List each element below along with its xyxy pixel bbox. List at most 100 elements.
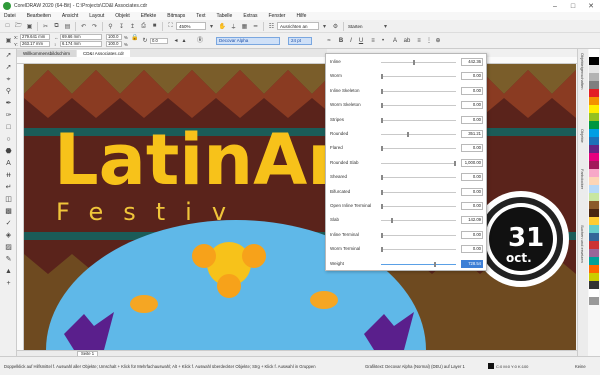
mirror-vertical-icon[interactable]: ▴: [180, 37, 188, 45]
snap-dropdown-icon[interactable]: ▾: [320, 22, 329, 31]
variable-font-icon[interactable]: ≈: [325, 37, 333, 45]
hand-tool-icon[interactable]: ✋: [218, 22, 227, 31]
color-swatch[interactable]: [589, 177, 599, 185]
axis-slider[interactable]: [381, 189, 456, 195]
y-position-field[interactable]: 263.17 mm: [20, 41, 50, 47]
menu-view[interactable]: Ansicht: [62, 13, 78, 19]
lock-ratio-icon[interactable]: 🔒: [131, 34, 139, 42]
axis-slider[interactable]: [381, 74, 456, 80]
color-swatch[interactable]: [589, 113, 599, 121]
width-field[interactable]: 69.66 mm: [60, 34, 102, 40]
color-swatch[interactable]: [589, 281, 599, 289]
color-swatch[interactable]: [589, 49, 599, 57]
add-tool-icon[interactable]: +: [2, 278, 15, 289]
axis-slider[interactable]: [381, 232, 456, 238]
axis-slider[interactable]: [381, 146, 456, 152]
axis-slider[interactable]: [381, 261, 456, 267]
axis-slider[interactable]: [381, 247, 456, 253]
minimize-button[interactable]: –: [546, 0, 564, 12]
settings-gear-icon[interactable]: ⚙: [331, 22, 340, 31]
color-swatch[interactable]: [589, 161, 599, 169]
fill-color-swatch[interactable]: [488, 363, 494, 369]
axis-slider-thumb[interactable]: [381, 88, 383, 94]
axis-slider[interactable]: [381, 160, 456, 166]
color-swatch[interactable]: [589, 217, 599, 225]
tab-welcome-screen[interactable]: Willkommensbildschirm: [17, 50, 77, 57]
launch-select[interactable]: Starten: [346, 22, 380, 30]
axis-slider[interactable]: [381, 175, 456, 181]
print-icon[interactable]: ⎙: [139, 22, 148, 31]
axis-slider-thumb[interactable]: [391, 218, 394, 224]
new-document-icon[interactable]: □: [3, 22, 12, 31]
axis-value-field[interactable]: 142.09: [461, 216, 483, 225]
color-swatch[interactable]: [589, 169, 599, 177]
axis-value-field[interactable]: 0.00: [461, 72, 483, 81]
color-swatch[interactable]: [589, 129, 599, 137]
axis-slider[interactable]: [381, 117, 456, 123]
color-swatch[interactable]: [589, 145, 599, 153]
color-swatch[interactable]: [589, 185, 599, 193]
height-field[interactable]: 6.174 mm: [60, 41, 102, 47]
align-icon[interactable]: ≡: [369, 37, 377, 45]
italic-icon[interactable]: I: [347, 37, 355, 45]
menu-bitmaps[interactable]: Bitmaps: [167, 13, 185, 19]
axis-slider[interactable]: [381, 218, 456, 224]
export-icon[interactable]: ↥: [128, 22, 137, 31]
underline-icon[interactable]: U: [357, 37, 365, 45]
zoom-tool-icon[interactable]: ⚲: [2, 86, 15, 97]
drop-shadow-tool-icon[interactable]: ◫: [2, 194, 15, 205]
connector-tool-icon[interactable]: ↵: [2, 182, 15, 193]
menu-table[interactable]: Tabelle: [216, 13, 232, 19]
axis-slider[interactable]: [381, 132, 456, 137]
color-swatch[interactable]: [589, 297, 599, 305]
close-button[interactable]: ✕: [582, 0, 600, 12]
menu-object[interactable]: Objekt: [115, 13, 129, 19]
vertical-ruler[interactable]: [17, 64, 24, 350]
color-swatch[interactable]: [589, 257, 599, 265]
axis-value-field[interactable]: 351.21: [461, 130, 483, 138]
axis-value-field[interactable]: 0.00: [461, 202, 483, 210]
axis-slider-thumb[interactable]: [454, 160, 456, 166]
crop-tool-icon[interactable]: ⌖: [2, 74, 15, 85]
menu-effects[interactable]: Effekte: [141, 13, 156, 19]
grid-icon[interactable]: ▦: [240, 22, 249, 31]
color-swatch[interactable]: [589, 121, 599, 129]
axis-value-field[interactable]: 442.36: [461, 58, 483, 66]
zoom-level-select[interactable]: 450%: [176, 22, 206, 30]
tab-active-document[interactable]: CD&I Associates.cdr: [77, 50, 131, 57]
axis-slider-thumb[interactable]: [381, 117, 383, 123]
color-swatch[interactable]: [589, 241, 599, 249]
axis-slider-thumb[interactable]: [381, 103, 383, 109]
menu-layout[interactable]: Layout: [89, 13, 104, 19]
menu-text[interactable]: Text: [196, 13, 205, 19]
text-tool-icon[interactable]: A: [2, 158, 15, 169]
docker-tab-find-replace[interactable]: Suchen und ersetzen: [580, 225, 585, 263]
snap-to-select[interactable]: Ausrichten an: [277, 22, 319, 30]
color-swatch[interactable]: [589, 249, 599, 257]
rectangle-tool-icon[interactable]: □: [2, 122, 15, 133]
color-swatch[interactable]: [589, 273, 599, 281]
smart-fill-tool-icon[interactable]: ▨: [2, 242, 15, 253]
launch-dropdown-icon[interactable]: ▾: [381, 22, 390, 31]
artistic-media-tool-icon[interactable]: ✑: [2, 110, 15, 121]
transparency-tool-icon[interactable]: ▩: [2, 206, 15, 217]
zoom-dropdown-icon[interactable]: ▾: [207, 22, 216, 31]
axis-slider-thumb[interactable]: [381, 74, 383, 80]
add-property-icon[interactable]: ⊕: [434, 37, 442, 45]
axis-value-field[interactable]: 0.00: [461, 115, 483, 124]
open-icon[interactable]: 🗁: [14, 22, 23, 31]
color-swatch[interactable]: [589, 137, 599, 145]
outline-pen-icon[interactable]: ✎: [2, 254, 15, 265]
axis-value-field[interactable]: 0.00: [461, 245, 483, 254]
horizontal-text-icon[interactable]: ≡: [415, 37, 423, 45]
rulers-icon[interactable]: ⏚: [229, 22, 238, 31]
axis-slider-thumb[interactable]: [406, 132, 409, 137]
menu-help[interactable]: Hilfe: [296, 13, 306, 19]
color-swatch[interactable]: [589, 89, 599, 97]
color-swatch[interactable]: [589, 265, 599, 273]
search-icon[interactable]: ⚲: [106, 22, 115, 31]
drawing-canvas[interactable]: LatinArt Festiv 31 oct.: [24, 64, 576, 350]
axis-slider[interactable]: [381, 103, 456, 109]
axis-value-field[interactable]: 0.00: [461, 86, 483, 95]
axis-slider[interactable]: [381, 60, 456, 65]
